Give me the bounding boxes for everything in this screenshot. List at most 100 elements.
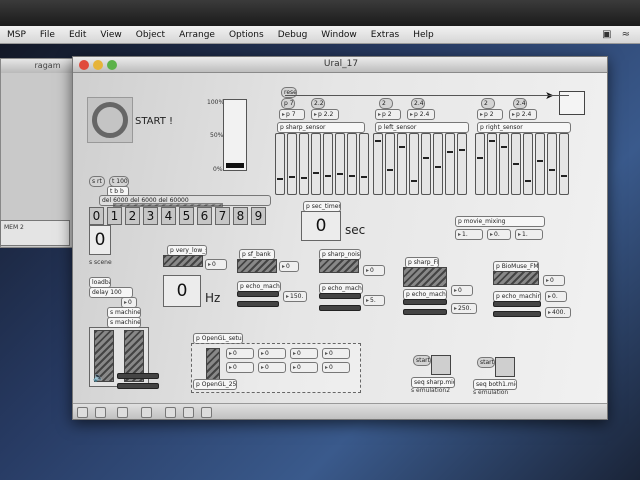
right-sensor-slider[interactable] [487, 133, 497, 195]
right-sensor-slider[interactable] [499, 133, 509, 195]
sharp-fm-slider[interactable] [403, 267, 447, 287]
biomuse-extra-num[interactable]: 400. [545, 307, 571, 318]
right-sensor-num-2[interactable]: p 2.4 [509, 109, 537, 120]
comment-icon[interactable] [183, 407, 194, 418]
movie-mixing-num-2[interactable]: 0. [487, 229, 511, 240]
message-icon[interactable] [165, 407, 176, 418]
sharp-sensor-slider[interactable] [335, 133, 345, 195]
sharp-sensor-slider[interactable] [347, 133, 357, 195]
menu-object[interactable]: Object [129, 30, 172, 40]
sharp-sensor-msg-2[interactable]: 2.2 [311, 98, 325, 109]
menu-window[interactable]: Window [314, 30, 364, 40]
grid-icon[interactable] [117, 407, 128, 418]
right-sensor-num-1[interactable]: p 2 [477, 109, 503, 120]
sharp-noise-num[interactable]: 0 [363, 265, 385, 276]
scene-send-box[interactable]: s rt [89, 176, 105, 187]
wifi-icon[interactable]: ≈ [622, 29, 630, 40]
biomuse-fm-num[interactable]: 0 [543, 275, 565, 286]
menu-edit[interactable]: Edit [62, 30, 93, 40]
menu-extras[interactable]: Extras [364, 30, 406, 40]
scene-digit-9[interactable]: 9 [251, 207, 266, 225]
sec-timer-number[interactable]: 0 [301, 211, 341, 241]
left-sensor-msg-2[interactable]: 2.4 [411, 98, 425, 109]
scene-digit-8[interactable]: 8 [233, 207, 248, 225]
sharp-sensor-num-2[interactable]: p 2.2 [311, 109, 339, 120]
right-sensor-slider[interactable] [535, 133, 545, 195]
left-sensor-slider[interactable] [373, 133, 383, 195]
menu-debug[interactable]: Debug [271, 30, 315, 40]
left-sensor-msg-1[interactable]: 2 [379, 98, 393, 109]
echo-machin3-slider[interactable] [493, 301, 541, 307]
patcher-canvas[interactable]: START ! 100% 50% 0% ➤ reset p 7 2.2 p 7 … [73, 73, 607, 403]
menu-options[interactable]: Options [222, 30, 271, 40]
menu-app[interactable]: MSP [0, 30, 33, 40]
sharp-sensor-slider[interactable] [323, 133, 333, 195]
scene-digit-6[interactable]: 6 [197, 207, 212, 225]
echo-machin3-num[interactable]: 0. [545, 291, 567, 302]
right-sensor-slider[interactable] [475, 133, 485, 195]
opengl-num-6[interactable]: 0 [258, 362, 286, 373]
scene-digit-4[interactable]: 4 [161, 207, 176, 225]
sharp-sensor-num-1[interactable]: p 7 [279, 109, 305, 120]
left-sensor-object[interactable]: p left_sensor [375, 122, 469, 133]
right-sensor-msg-2[interactable]: 2.4 [513, 98, 527, 109]
left-output-slider-2[interactable] [117, 383, 159, 389]
scene-digit-3[interactable]: 3 [143, 207, 158, 225]
left-sensor-slider[interactable] [433, 133, 443, 195]
echo-machin1-slider-2[interactable] [319, 305, 361, 311]
scene-digit-1[interactable]: 1 [107, 207, 122, 225]
echo-machin2-slider-2[interactable] [403, 309, 447, 315]
sharp-noise-slider[interactable] [319, 259, 359, 273]
hz-number-box[interactable]: 0 [163, 275, 201, 307]
number-icon[interactable] [201, 407, 212, 418]
opengl-sub-object[interactable]: p OpenGL_25 [193, 379, 237, 390]
opengl-num-3[interactable]: 0 [290, 348, 318, 359]
echo-machin2-num[interactable]: 250. [451, 303, 477, 314]
scene-number-box[interactable]: 0 [89, 225, 111, 255]
display-icon[interactable]: ▣ [602, 29, 611, 40]
opengl-num-5[interactable]: 0 [226, 362, 254, 373]
menu-file[interactable]: File [33, 30, 62, 40]
movie-mixing-object[interactable]: p movie_mixing [455, 216, 545, 227]
window-titlebar[interactable]: Ural_17 [73, 57, 607, 73]
biomuse-fm-slider[interactable] [493, 271, 539, 285]
seq-both-button[interactable] [495, 357, 515, 377]
reset-message[interactable]: reset [281, 87, 297, 98]
opengl-num-8[interactable]: 0 [322, 362, 350, 373]
left-output-slider[interactable] [117, 373, 159, 379]
scene-digit-0[interactable]: 0 [89, 207, 104, 225]
left-sensor-slider[interactable] [409, 133, 419, 195]
echo-machin2-slider[interactable] [403, 299, 447, 305]
menu-help[interactable]: Help [406, 30, 441, 40]
right-sensor-object[interactable]: p right_sensor [477, 122, 571, 133]
left-sensor-slider[interactable] [385, 133, 395, 195]
sf-bank-slider[interactable] [237, 259, 277, 273]
scene-digit-5[interactable]: 5 [179, 207, 194, 225]
sharp-sensor-msg-1[interactable]: p 7 [281, 98, 295, 109]
very-low-sine-num[interactable]: 0 [205, 259, 227, 270]
right-sensor-slider[interactable] [547, 133, 557, 195]
opengl-num-7[interactable]: 0 [290, 362, 318, 373]
sharp-sensor-slider[interactable] [359, 133, 369, 195]
echo-machine1-slider-2[interactable] [237, 301, 279, 307]
left-sensor-num-2[interactable]: p 2.4 [407, 109, 435, 120]
echo-machin3-slider-2[interactable] [493, 311, 541, 317]
sharp-sensor-slider[interactable] [287, 133, 297, 195]
start-button[interactable] [87, 97, 133, 143]
left-sensor-num-1[interactable]: p 2 [375, 109, 401, 120]
opengl-num-2[interactable]: 0 [258, 348, 286, 359]
left-sensor-slider[interactable] [397, 133, 407, 195]
right-sensor-slider[interactable] [559, 133, 569, 195]
left-sensor-slider[interactable] [421, 133, 431, 195]
sharp-sensor-object[interactable]: p sharp_sensor [277, 122, 365, 133]
right-sensor-msg-1[interactable]: 2 [481, 98, 495, 109]
presentation-icon[interactable] [95, 407, 106, 418]
sf-bank-num[interactable]: 0 [279, 261, 299, 272]
lock-icon[interactable] [77, 407, 88, 418]
right-sensor-slider[interactable] [511, 133, 521, 195]
scene-digit-2[interactable]: 2 [125, 207, 140, 225]
speaker-icon[interactable]: 🔈 [93, 373, 104, 383]
opengl-num-4[interactable]: 0 [322, 348, 350, 359]
echo-machine1-num[interactable]: 150. [283, 291, 307, 302]
echo-machine1-slider[interactable] [237, 291, 279, 297]
